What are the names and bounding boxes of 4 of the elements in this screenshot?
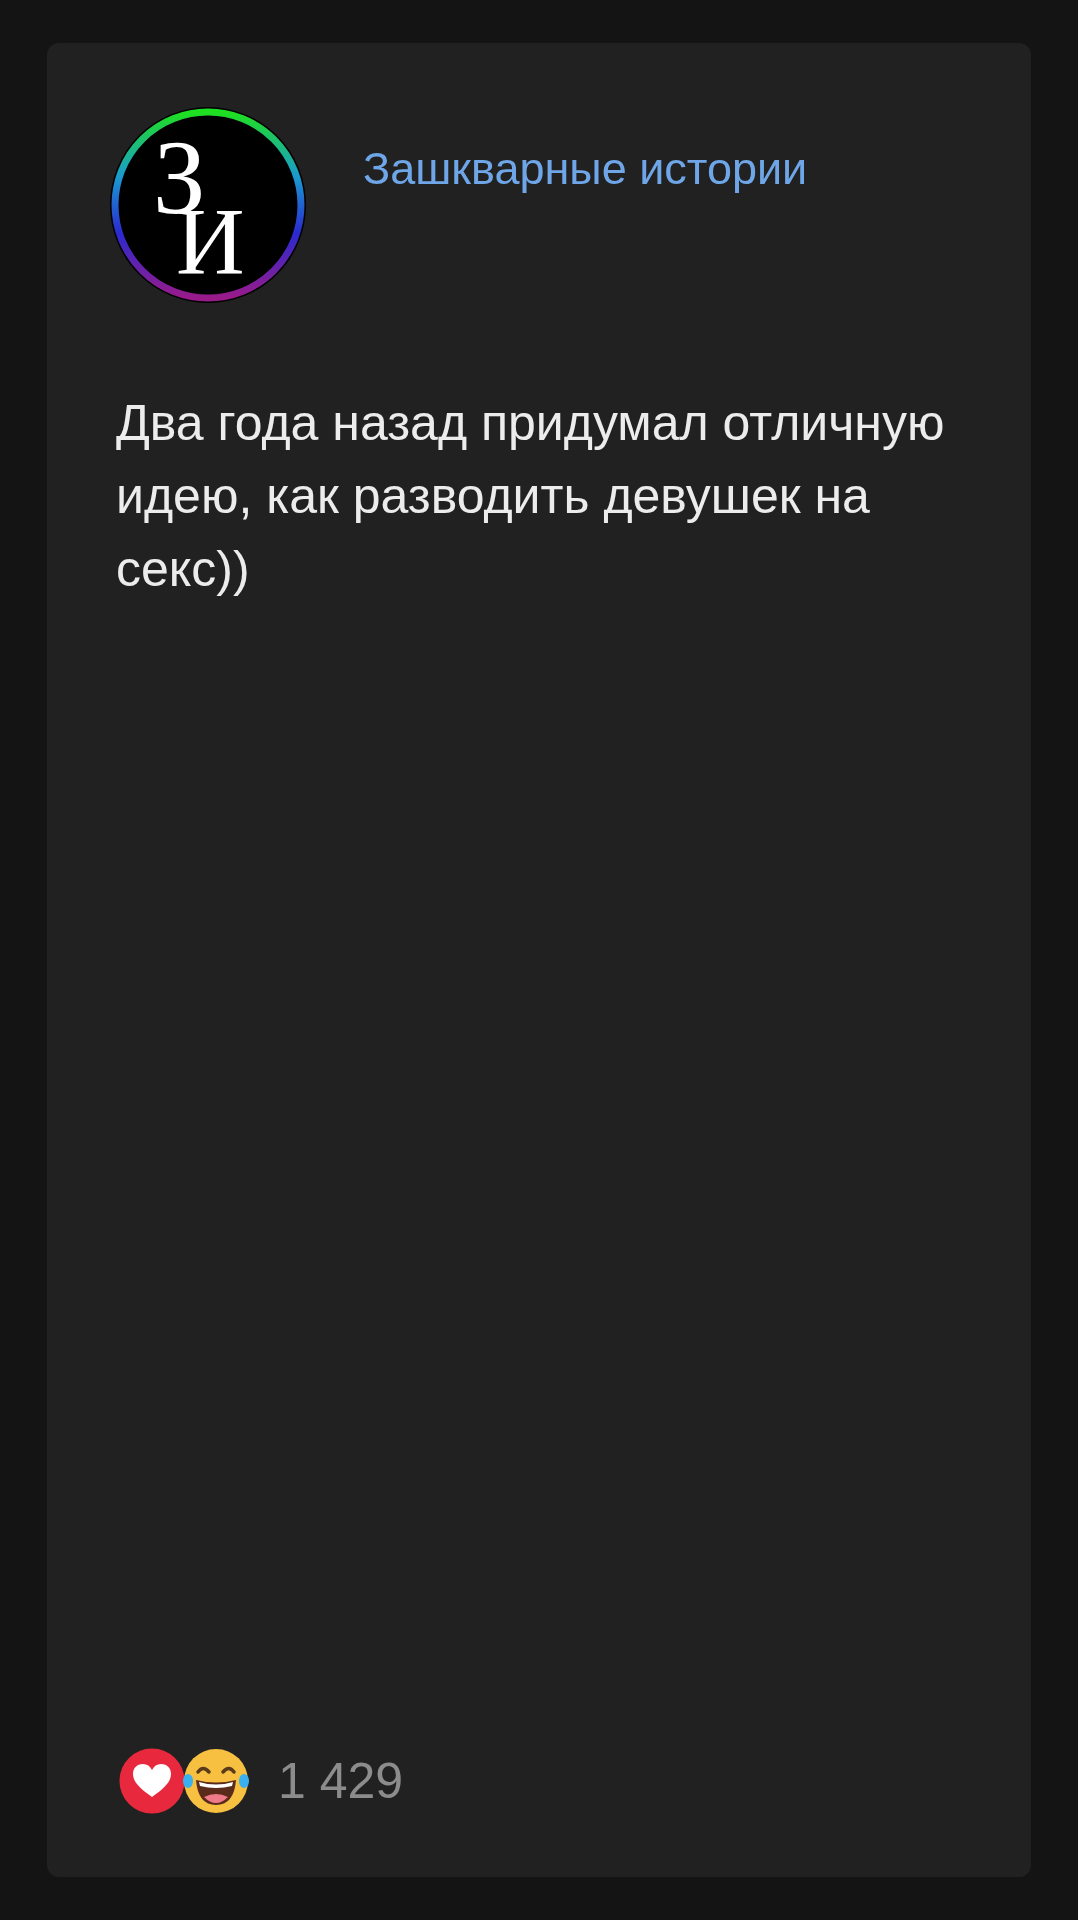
channel-name[interactable]: Зашкварные истории xyxy=(363,143,808,195)
reaction-count: 1 429 xyxy=(278,1752,404,1810)
laughing-face-icon xyxy=(182,1747,250,1815)
post-text: Два года назад придумал отличную идею, как разводить девушек на секс)) xyxy=(115,394,946,599)
